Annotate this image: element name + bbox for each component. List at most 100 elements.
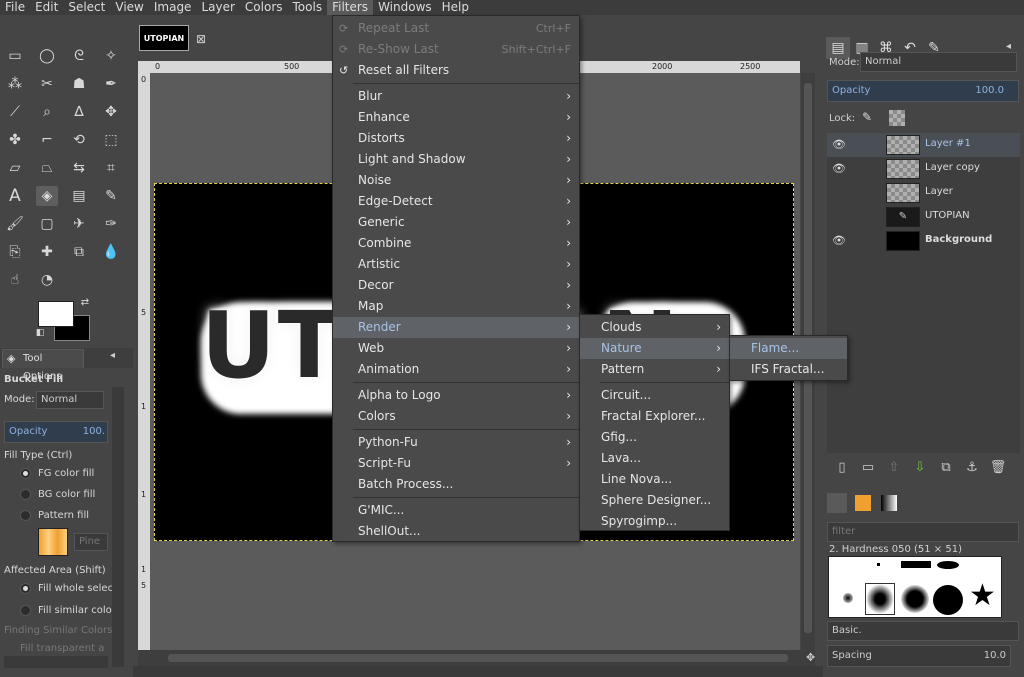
- menu-edit[interactable]: Edit: [30, 0, 63, 15]
- menu-windows[interactable]: Windows: [373, 0, 437, 15]
- perspective-icon[interactable]: ⏢: [36, 158, 58, 178]
- brush-item[interactable]: [877, 563, 880, 566]
- menu-item-repeat-last[interactable]: ⟳ Repeat Last Ctrl+F: [333, 18, 579, 39]
- cage-icon[interactable]: ⌗: [100, 158, 122, 178]
- free-select-icon[interactable]: ᘓ: [68, 46, 90, 66]
- brush-tag-combo[interactable]: Basic.: [827, 621, 1019, 641]
- close-icon[interactable]: ⊠: [196, 32, 206, 46]
- menu-item-animation[interactable]: Animation ›: [333, 359, 579, 380]
- brush-item-selected[interactable]: [865, 583, 895, 615]
- pattern-fill-radio[interactable]: [20, 510, 31, 521]
- menu-item-enhance[interactable]: Enhance ›: [333, 107, 579, 128]
- paths-icon[interactable]: ✒: [100, 74, 122, 94]
- menu-item-gfig[interactable]: Gfig...: [580, 427, 729, 448]
- menu-item-flame[interactable]: Flame...: [730, 338, 847, 359]
- menu-filters[interactable]: Filters: [327, 0, 374, 15]
- menu-item-colors[interactable]: Colors ›: [333, 406, 579, 427]
- eraser-icon[interactable]: ▢: [36, 214, 58, 234]
- menu-item-lava[interactable]: Lava...: [580, 448, 729, 469]
- menu-item-map[interactable]: Map ›: [333, 296, 579, 317]
- rotate-icon[interactable]: ⟲: [68, 130, 90, 150]
- duplicate-layer-icon[interactable]: ⧉: [935, 457, 957, 477]
- menu-image[interactable]: Image: [149, 0, 197, 15]
- patterns-tab-icon[interactable]: [855, 495, 871, 511]
- anchor-layer-icon[interactable]: ⚓: [961, 457, 983, 477]
- menu-item-distorts[interactable]: Distorts ›: [333, 128, 579, 149]
- canvas-hscroll[interactable]: ✥: [138, 650, 815, 666]
- menu-item-pattern[interactable]: Pattern ›: [580, 359, 729, 380]
- menu-item-circuit[interactable]: Circuit...: [580, 385, 729, 406]
- menu-item-reset-all-filters[interactable]: ↺ Reset all Filters: [333, 60, 579, 81]
- star-brush-icon[interactable]: ★: [969, 581, 996, 611]
- options-hscroll[interactable]: [4, 656, 108, 668]
- brush-item[interactable]: [843, 593, 853, 603]
- default-colors-icon[interactable]: ◧: [34, 327, 46, 339]
- menu-item-alpha-to-logo[interactable]: Alpha to Logo ›: [333, 385, 579, 406]
- new-layer-icon[interactable]: ▯: [831, 457, 853, 477]
- delete-layer-icon[interactable]: 🗑: [987, 457, 1009, 477]
- color-select-icon[interactable]: ⁂: [4, 74, 26, 94]
- lock-alpha-icon[interactable]: [889, 110, 905, 126]
- align-icon[interactable]: ✤: [4, 130, 26, 150]
- menu-item-artistic[interactable]: Artistic ›: [333, 254, 579, 275]
- menu-item-noise[interactable]: Noise ›: [333, 170, 579, 191]
- fill-similar-radio[interactable]: [20, 605, 31, 616]
- foreground-select-icon[interactable]: ☗: [68, 74, 90, 94]
- fuzzy-select-icon[interactable]: ✧: [100, 46, 122, 66]
- vertical-ruler[interactable]: 0 5 1 1 1 5: [138, 73, 150, 650]
- menu-help[interactable]: Help: [437, 0, 474, 15]
- menu-item-render[interactable]: Render ›: [333, 317, 579, 338]
- menu-item-sphere-designer[interactable]: Sphere Designer...: [580, 490, 729, 511]
- layer-row[interactable]: Layer: [827, 181, 1020, 205]
- options-vscroll[interactable]: [112, 387, 124, 667]
- raise-layer-icon[interactable]: ⇧: [883, 457, 905, 477]
- color-picker-icon[interactable]: ⟋: [4, 102, 26, 122]
- menu-item-decor[interactable]: Decor ›: [333, 275, 579, 296]
- shear-icon[interactable]: ▱: [4, 158, 26, 178]
- menu-item-light-and-shadow[interactable]: Light and Shadow ›: [333, 149, 579, 170]
- pattern-name[interactable]: Pine: [74, 533, 108, 551]
- layer-row[interactable]: 👁 Layer copy: [827, 157, 1020, 181]
- brush-item[interactable]: [901, 561, 931, 568]
- menu-item-generic[interactable]: Generic ›: [333, 212, 579, 233]
- layer-row[interactable]: 👁 Layer #1: [827, 133, 1020, 157]
- pencil-icon[interactable]: ✎: [100, 186, 122, 206]
- zoom-icon[interactable]: ⌕: [36, 102, 58, 122]
- bucket-fill-icon[interactable]: ◈: [36, 186, 58, 206]
- menu-item-reshow-last[interactable]: ⟳ Re-Show Last Shift+Ctrl+F: [333, 39, 579, 60]
- airbrush-icon[interactable]: ✈: [68, 214, 90, 234]
- menu-item-batch-process[interactable]: Batch Process...: [333, 474, 579, 495]
- configure-tab-icon[interactable]: ◂: [110, 350, 115, 361]
- layer-opacity-slider[interactable]: Opacity 100.0: [827, 80, 1019, 102]
- gradients-tab-icon[interactable]: [881, 495, 897, 511]
- mode-combo[interactable]: Normal: [36, 391, 104, 409]
- menu-item-script-fu[interactable]: Script-Fu ›: [333, 453, 579, 474]
- brush-item[interactable]: [937, 561, 959, 569]
- spacing-slider[interactable]: Spacing 10.0: [827, 645, 1011, 667]
- menu-select[interactable]: Select: [63, 0, 110, 15]
- menu-layer[interactable]: Layer: [196, 0, 239, 15]
- layers-tab-icon[interactable]: ▤: [826, 37, 850, 59]
- layer-row[interactable]: 👁 Background: [827, 229, 1020, 253]
- pattern-preview[interactable]: [38, 528, 68, 556]
- image-tab-thumbnail[interactable]: UTOPIAN: [139, 25, 189, 51]
- menu-item-ifs-fractal[interactable]: IFS Fractal...: [730, 359, 847, 380]
- layer-mode-combo[interactable]: Normal: [860, 52, 1017, 72]
- opacity-slider[interactable]: Opacity 100.: [4, 421, 108, 443]
- menu-item-combine[interactable]: Combine ›: [333, 233, 579, 254]
- menu-tools[interactable]: Tools: [288, 0, 328, 15]
- configure-tab-icon[interactable]: ◂: [1006, 41, 1011, 52]
- ink-icon[interactable]: ✑: [100, 214, 122, 234]
- blur-sharpen-icon[interactable]: 💧: [100, 242, 122, 262]
- hscroll-thumb[interactable]: [168, 654, 788, 662]
- brush-item[interactable]: [901, 585, 929, 613]
- menu-item-nature[interactable]: Nature ›: [580, 338, 729, 359]
- menu-item-blur[interactable]: Blur ›: [333, 86, 579, 107]
- eye-icon[interactable]: 👁: [832, 234, 846, 247]
- crop-icon[interactable]: ⌐: [36, 130, 58, 150]
- heal-icon[interactable]: ✚: [36, 242, 58, 262]
- brush-item[interactable]: [933, 585, 963, 615]
- perspective-clone-icon[interactable]: ⧉: [68, 242, 90, 262]
- lower-layer-icon[interactable]: ⇩: [909, 457, 931, 477]
- scale-icon[interactable]: ⬚: [100, 130, 122, 150]
